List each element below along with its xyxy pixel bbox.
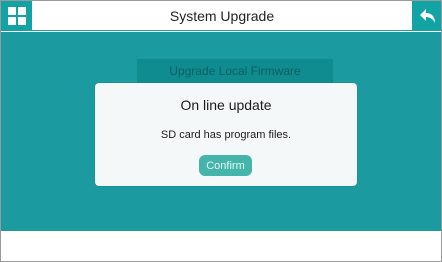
top-bar: System Upgrade [1, 1, 441, 31]
bottom-area [1, 231, 441, 261]
back-button[interactable] [412, 1, 441, 31]
upgrade-local-firmware-item[interactable]: Upgrade Local Firmware [137, 59, 333, 83]
dialog-title: On line update [180, 97, 272, 113]
back-arrow-icon [419, 9, 435, 23]
dialog-message: SD card has program files. [160, 129, 292, 141]
update-dialog: On line update SD card has program files… [95, 83, 357, 186]
confirm-button[interactable]: Confirm [199, 155, 252, 176]
screen: System Upgrade Upgrade Local Firmware On… [0, 0, 442, 262]
page-title: System Upgrade [169, 8, 275, 24]
home-button[interactable] [1, 1, 32, 31]
grid-menu-icon [7, 7, 26, 25]
